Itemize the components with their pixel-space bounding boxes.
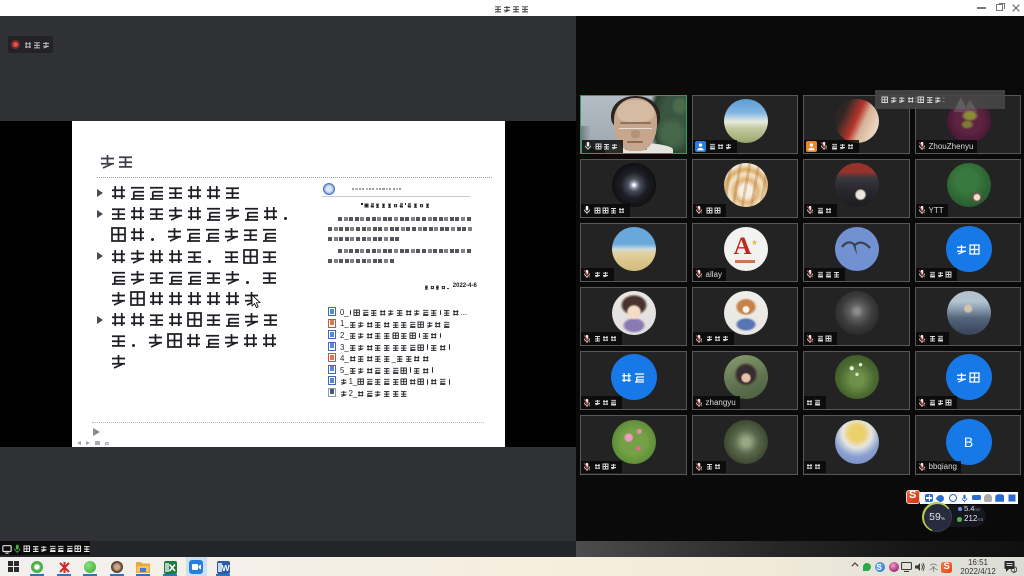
- svg-text:W: W: [221, 563, 229, 573]
- svg-text:1: 1: [1013, 568, 1016, 573]
